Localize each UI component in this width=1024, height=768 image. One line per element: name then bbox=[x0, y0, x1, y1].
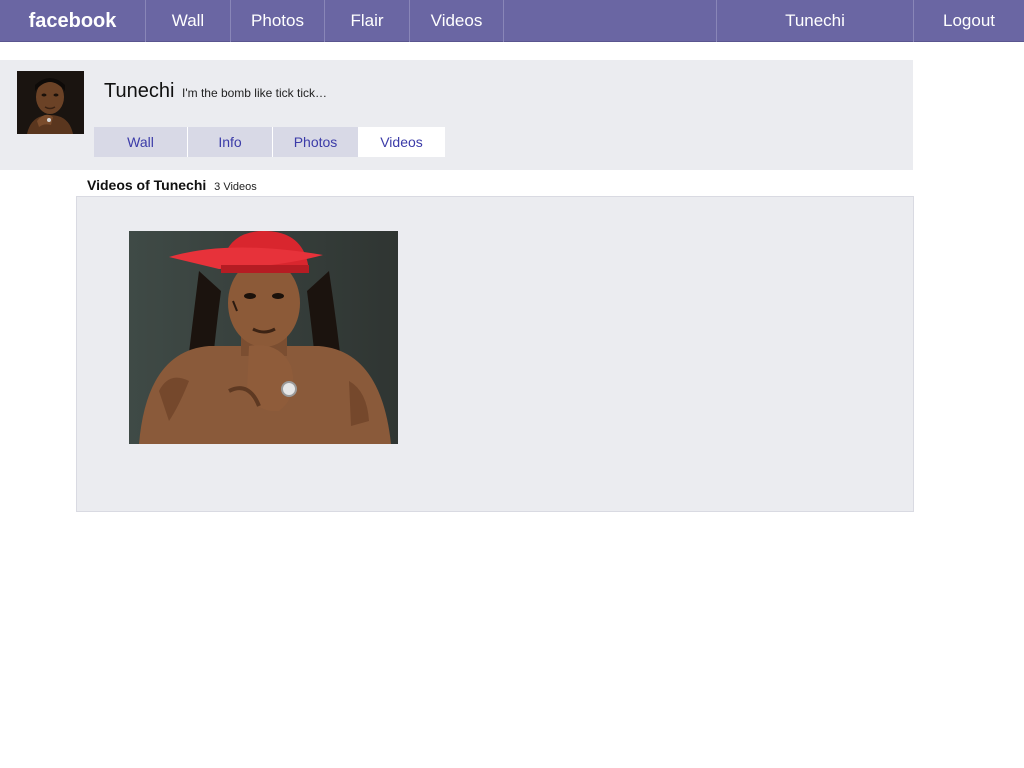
videos-panel bbox=[76, 196, 914, 512]
profile-name-line: Tunechi I'm the bomb like tick tick… bbox=[104, 80, 327, 103]
nav-user-profile[interactable]: Tunechi bbox=[717, 0, 914, 42]
nav-flair[interactable]: Flair bbox=[325, 0, 410, 42]
top-nav-bar: facebook Wall Photos Flair Videos Tunech… bbox=[0, 0, 1024, 42]
tab-wall[interactable]: Wall bbox=[94, 127, 188, 157]
video-thumbnail-image bbox=[129, 231, 398, 444]
videos-title: Videos of Tunechi bbox=[87, 177, 207, 193]
profile-tabs: Wall Info Photos Videos bbox=[94, 127, 445, 157]
tab-photos[interactable]: Photos bbox=[273, 127, 359, 157]
profile-header: Tunechi I'm the bomb like tick tick… Wal… bbox=[0, 60, 913, 170]
profile-status: I'm the bomb like tick tick… bbox=[181, 86, 327, 100]
facebook-logo[interactable]: facebook bbox=[0, 0, 146, 42]
video-thumbnail[interactable] bbox=[129, 231, 398, 444]
nav-wall[interactable]: Wall bbox=[146, 0, 231, 42]
videos-count: 3 Videos bbox=[214, 181, 257, 193]
tab-info[interactable]: Info bbox=[188, 127, 273, 157]
avatar[interactable] bbox=[17, 71, 84, 134]
videos-section-title: Videos of Tunechi 3 Videos bbox=[87, 177, 257, 193]
profile-name: Tunechi bbox=[104, 80, 175, 102]
nav-videos[interactable]: Videos bbox=[410, 0, 504, 42]
nav-spacer bbox=[504, 0, 717, 42]
nav-photos[interactable]: Photos bbox=[231, 0, 325, 42]
tab-videos[interactable]: Videos bbox=[359, 127, 445, 157]
logout-button[interactable]: Logout bbox=[914, 0, 1024, 42]
avatar-portrait-image bbox=[17, 71, 84, 134]
